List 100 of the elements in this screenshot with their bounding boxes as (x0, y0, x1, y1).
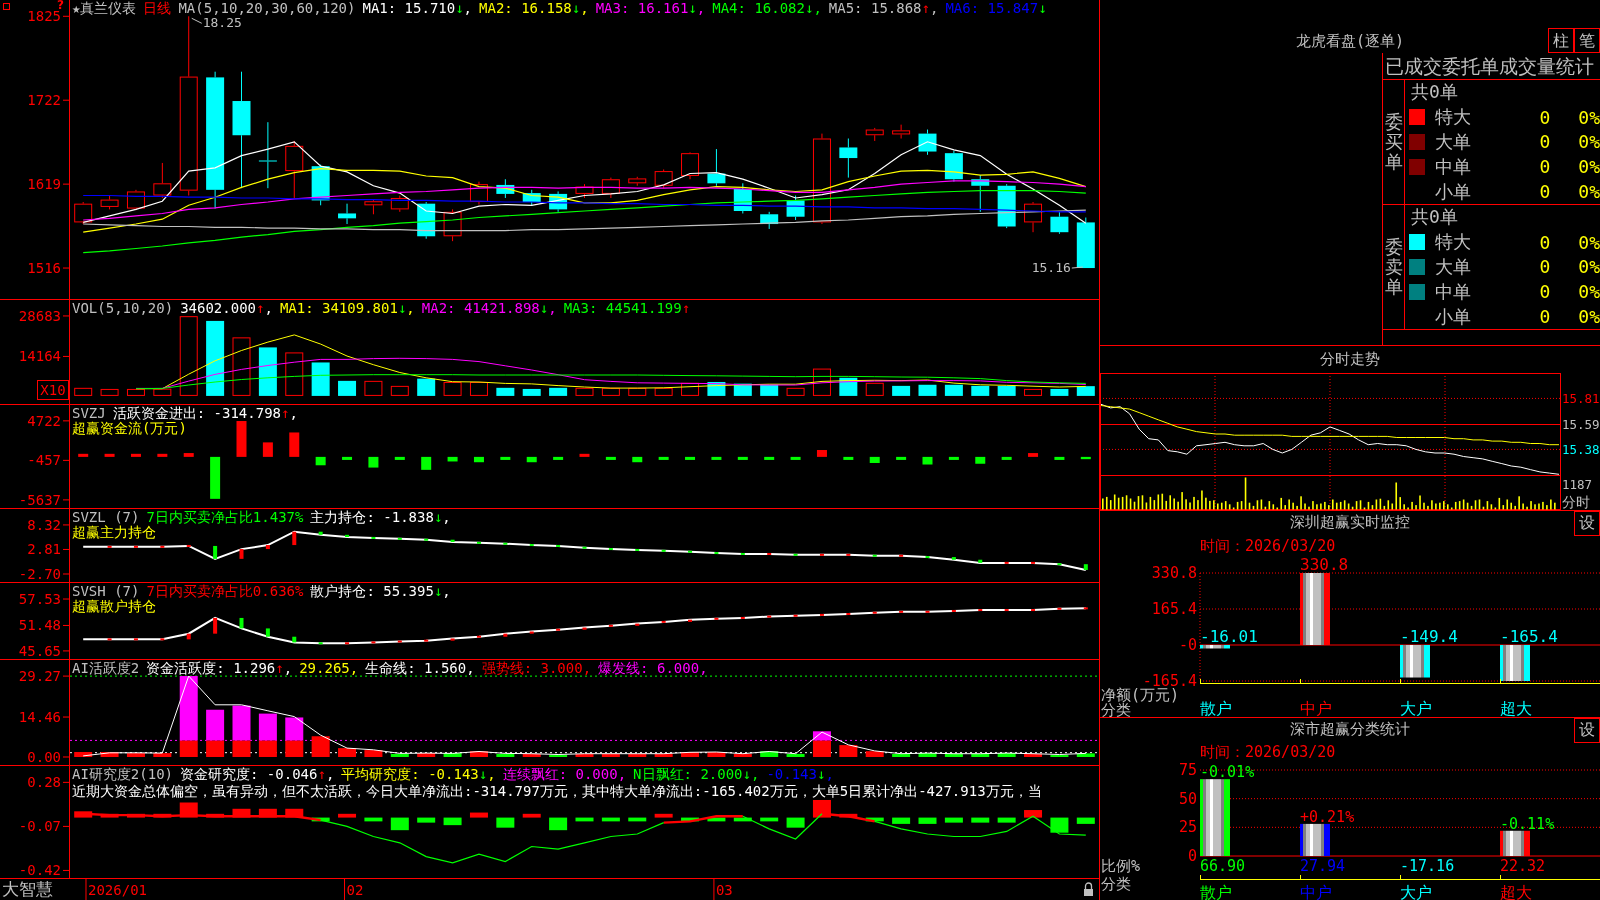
date-label: 02 (346, 882, 364, 898)
order-count: 0 (1538, 306, 1552, 328)
indicator-legend: 7日内买卖净占比0.636% (146, 583, 304, 599)
indicator-legend: SVSH (7) (72, 583, 140, 599)
order-size-label: 特大 (1434, 105, 1472, 130)
analysis-text: 近期大资金总体偏空，虽有异动，但不太活跃，今日大单净流出:-314.797万元，其中特大单净流出:-165.402万元，大单5日累计净出-427.913万元，当 (72, 782, 1042, 801)
order-size-label: 小单 (1434, 179, 1472, 204)
order-size-label: 大单 (1434, 130, 1472, 154)
order-total: 共0单 (1411, 80, 1458, 105)
value-label: -16.01 (1200, 627, 1258, 646)
axis-label: 45.65 (18, 642, 61, 659)
order-share: 0% (1577, 256, 1600, 278)
order-share: 0% (1577, 306, 1600, 328)
indicator-legend: AI活跃度2 (72, 660, 140, 676)
timestamp: 时间：2026/03/20 (1200, 743, 1336, 761)
axis-label: 25 (1178, 818, 1197, 837)
volume-max-label: 1187 (1562, 477, 1593, 492)
axis-label: 14164 (18, 348, 61, 365)
indicator-legend: AI研究度2(10) (72, 766, 173, 782)
value-label: 330.8 (1300, 557, 1349, 574)
panel-title: 深市超赢分类统计 (1290, 720, 1410, 740)
axis-label: -0.42 (18, 862, 61, 878)
axis-label: 14.46 (18, 709, 61, 726)
axis-label: 51.48 (18, 617, 61, 634)
table-title: 已成交委托单成交量统计 (1383, 53, 1600, 80)
order-count: 0 (1538, 131, 1552, 153)
value-label: 27.94 (1300, 857, 1346, 875)
order-count: 0 (1538, 181, 1552, 203)
indicator-legend: 34602.000↑, (180, 300, 273, 316)
indicator-legend: 29.265, (299, 660, 359, 676)
date-label: 03 (715, 882, 733, 898)
indicator-legend: MA6: 15.847↓ (945, 0, 1047, 16)
axis-label: 57.53 (18, 591, 61, 608)
timestamp: 时间：2026/03/20 (1200, 537, 1336, 555)
panel-title: 龙虎看盘(逐单) (1295, 32, 1405, 52)
axis-label: 8.32 (27, 516, 61, 533)
order-size-label: 小单 (1434, 304, 1472, 329)
change-label: -0.11% (1500, 814, 1555, 833)
price-annotation: 15.16 (1031, 260, 1071, 276)
indicator-legend: 资金研究度: -0.046↑, (180, 766, 335, 782)
indicator-legend: MA2: 16.158↓, (479, 0, 589, 16)
indicator-legend: MA(5,10,20,30,60,120) (178, 0, 356, 16)
category-label: 大户 (1400, 883, 1432, 900)
axis-label: 165.4 (1151, 600, 1197, 618)
category-label: 中户 (1300, 883, 1332, 900)
indicator-legend: 散户持仓: 55.395↓, (310, 583, 451, 599)
indicator-legend: MA3: 16.161↓, (595, 0, 706, 16)
indicator-legend: -0.143↓, (766, 766, 834, 782)
indicator-legend: 强势线: 3.000, (481, 660, 592, 676)
axis-label: -0 (1178, 636, 1197, 654)
axis-label: 0 (1187, 847, 1197, 865)
change-label: -0.01% (1200, 763, 1255, 782)
axis-label: 50 (1178, 789, 1197, 808)
order-size-label: 特大 (1434, 230, 1472, 255)
axis-label: 15.59 (1562, 417, 1600, 432)
value-label: 66.90 (1200, 857, 1246, 875)
order-total: 共0单 (1411, 205, 1458, 230)
indicator-legend: 日线 (143, 0, 172, 16)
axis-label: -457 (27, 452, 61, 469)
date-label: 2026/01 (88, 882, 147, 898)
indicator-title: 超赢资金流(万元) (72, 421, 187, 436)
indicator-title: 超赢散户持仓 (72, 599, 156, 614)
axis-label: 29.27 (18, 668, 61, 685)
indicator-legend: MA2: 41421.898↓, (421, 300, 557, 316)
value-label: -149.4 (1400, 627, 1458, 646)
axis-label: 1825 (27, 8, 61, 25)
panel-title: 分时走势 (1320, 350, 1380, 369)
axis-title: 分类 (1101, 875, 1131, 893)
axis-label: -0.07 (18, 818, 61, 835)
indicator-legend: MA3: 44541.199↑ (563, 300, 691, 316)
indicator-legend: 连续飘红: 0.000, (502, 766, 627, 782)
change-label: +0.21% (1300, 807, 1355, 826)
indicator-legend: 7日内买卖净占比1.437% (146, 509, 304, 525)
order-share: 0% (1577, 156, 1600, 178)
order-size-label: 中单 (1434, 154, 1472, 179)
axis-label: 0.00 (27, 749, 61, 765)
axis-label: 1619 (27, 176, 61, 193)
indicator-legend: N日飘红: 2.000↓, (633, 766, 760, 782)
axis-label: -5637 (18, 491, 61, 508)
axis-label: 15.38 (1562, 441, 1600, 457)
order-count: 0 (1538, 281, 1552, 303)
order-share: 0% (1577, 181, 1600, 203)
axis-label: 2.81 (27, 541, 61, 558)
category-label: 散户 (1200, 883, 1232, 900)
indicator-legend: MA5: 15.868↑, (828, 0, 939, 16)
axis-label: 330.8 (1151, 564, 1197, 582)
indicator-legend: 生命线: 1.560, (365, 660, 475, 676)
category-label: 大户 (1400, 699, 1432, 717)
axis-label: 75 (1178, 762, 1197, 779)
scale-badge: X10 (37, 380, 69, 400)
order-count: 0 (1538, 106, 1552, 128)
order-count: 0 (1538, 256, 1552, 278)
indicator-legend: MA1: 34109.801↓, (279, 300, 415, 316)
category-label: 超大 (1500, 699, 1532, 717)
indicator-legend: ★真兰仪表 (72, 0, 137, 16)
indicator-legend: 主力持仓: -1.838↓, (310, 509, 451, 525)
value-label: -17.16 (1400, 857, 1455, 875)
indicator-legend: VOL(5,10,20) (72, 300, 174, 316)
category-label: 超大 (1500, 883, 1532, 900)
group-label: 委卖单 (1384, 237, 1403, 297)
